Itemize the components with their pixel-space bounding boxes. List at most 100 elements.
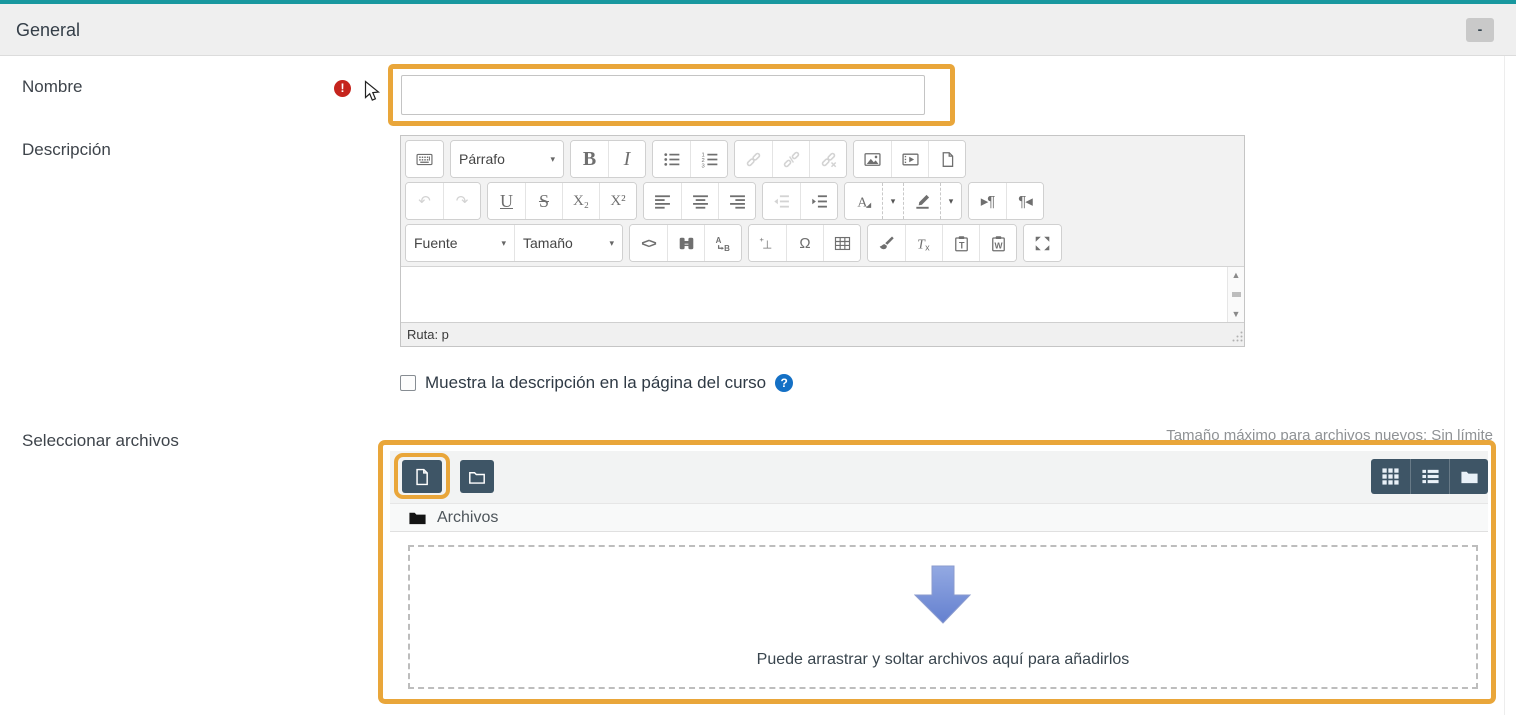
create-folder-button[interactable]	[460, 460, 494, 493]
toolbar-group: BI	[570, 140, 646, 178]
list-view-icon	[1421, 467, 1440, 486]
outdent-button[interactable]	[763, 183, 800, 219]
align-center-icon	[692, 193, 709, 210]
italic-button[interactable]: I	[608, 141, 645, 177]
align-left-button[interactable]	[644, 183, 681, 219]
scrollbar-thumb[interactable]	[1232, 292, 1241, 297]
align-right-button[interactable]	[718, 183, 755, 219]
unlink-button[interactable]	[772, 141, 809, 177]
collapse-section-button[interactable]: -	[1466, 18, 1494, 42]
manage-embedded-files-icon	[939, 151, 956, 168]
unordered-list-button[interactable]	[653, 141, 690, 177]
description-editor: Párrafo▾BI123↶↷USX₂X²A▾▾▸¶¶◂Fuente▾Tamañ…	[400, 135, 1245, 347]
fullscreen-button[interactable]	[1024, 225, 1061, 261]
strikethrough-button[interactable]: S	[525, 183, 562, 219]
toolbar-group: A▾▾	[844, 182, 962, 220]
insert-link-button[interactable]	[735, 141, 772, 177]
folder-icon	[408, 508, 427, 527]
display-mode-buttons	[1371, 459, 1488, 494]
help-icon[interactable]: ?	[775, 374, 793, 392]
remove-format-button[interactable]: Tx	[905, 225, 942, 261]
superscript-button[interactable]: X²	[599, 183, 636, 219]
manage-embedded-files-button[interactable]	[928, 141, 965, 177]
display-list-button[interactable]	[1410, 459, 1449, 494]
name-input[interactable]	[401, 75, 925, 115]
svg-text:T: T	[958, 240, 964, 250]
resize-grip-icon[interactable]	[1231, 330, 1243, 345]
svg-text:3: 3	[701, 163, 704, 168]
editor-scrollbar[interactable]: ▲ ▼	[1227, 267, 1244, 322]
breadcrumb-path-files[interactable]: Archivos	[390, 503, 1488, 532]
toolbar-toggle-button[interactable]	[406, 141, 443, 177]
background-color-icon	[914, 193, 931, 210]
subscript-button[interactable]: X₂	[562, 183, 599, 219]
show-description-row: Muestra la descripción en la página del …	[400, 373, 793, 393]
toolbar-group: USX₂X²	[487, 182, 637, 220]
toolbar-toggle-icon	[416, 151, 433, 168]
toolbar-group: ↶↷	[405, 182, 481, 220]
font-color-menu-button[interactable]: ▾	[882, 183, 903, 219]
display-tree-button[interactable]	[1449, 459, 1488, 494]
align-center-button[interactable]	[681, 183, 718, 219]
dropzone[interactable]: Puede arrastrar y soltar archivos aquí p…	[408, 545, 1478, 689]
background-color-button[interactable]	[903, 183, 940, 219]
dropzone-area: Puede arrastrar y soltar archivos aquí p…	[390, 532, 1488, 698]
insert-table-button[interactable]	[823, 225, 860, 261]
search-replace-icon: AB	[715, 235, 732, 252]
outdent-icon	[773, 193, 790, 210]
paste-as-text-button[interactable]: T	[942, 225, 979, 261]
paste-as-text-icon: T	[953, 235, 970, 252]
scroll-down-icon[interactable]: ▼	[1232, 309, 1241, 319]
right-to-left-button[interactable]: ¶◂	[1006, 183, 1043, 219]
toolbar-group: 123	[652, 140, 728, 178]
editor-text-area[interactable]: ▲ ▼	[401, 266, 1244, 322]
create-folder-icon	[468, 468, 486, 486]
left-to-right-button[interactable]: ▸¶	[969, 183, 1006, 219]
ordered-list-icon: 123	[701, 151, 718, 168]
add-file-button[interactable]	[402, 460, 442, 493]
search-icon	[678, 235, 695, 252]
add-file-icon	[413, 468, 431, 486]
toolbar-group	[734, 140, 847, 178]
font-family-select[interactable]: Fuente▾	[406, 225, 514, 261]
show-description-checkbox[interactable]	[400, 375, 416, 391]
indent-button[interactable]	[800, 183, 837, 219]
ordered-list-button[interactable]: 123	[690, 141, 727, 177]
search-button[interactable]	[667, 225, 704, 261]
search-replace-button[interactable]: AB	[704, 225, 741, 261]
required-icon: !	[334, 80, 351, 97]
paragraph-format-value: Párrafo	[459, 151, 505, 167]
source-code-button[interactable]: <>	[630, 225, 667, 261]
tree-view-icon	[1460, 467, 1479, 486]
paragraph-format-select[interactable]: Párrafo▾	[451, 141, 563, 177]
nonbreaking-space-icon: ⊥+	[759, 235, 776, 252]
cleanup-code-button[interactable]	[868, 225, 905, 261]
insert-media-button[interactable]	[891, 141, 928, 177]
cleanup-code-icon	[878, 235, 895, 252]
font-size-value: Tamaño	[523, 235, 573, 251]
svg-text:B: B	[724, 243, 730, 251]
description-field-label: Descripción	[22, 140, 111, 160]
path-label: Archivos	[437, 509, 498, 527]
paste-from-word-button[interactable]: W	[979, 225, 1016, 261]
editor-toolbar: Párrafo▾BI123↶↷USX₂X²A▾▾▸¶¶◂Fuente▾Tamañ…	[401, 136, 1244, 262]
display-icons-button[interactable]	[1371, 459, 1410, 494]
underline-button[interactable]: U	[488, 183, 525, 219]
bold-button[interactable]: B	[571, 141, 608, 177]
redo-button[interactable]: ↷	[443, 183, 480, 219]
nonbreaking-space-button[interactable]: ⊥+	[749, 225, 786, 261]
background-color-menu-button[interactable]: ▾	[940, 183, 961, 219]
scroll-up-icon[interactable]: ▲	[1232, 270, 1241, 280]
editor-statusbar: Ruta: p	[401, 322, 1244, 346]
insert-image-button[interactable]	[854, 141, 891, 177]
unordered-list-icon	[663, 151, 680, 168]
special-character-button[interactable]: Ω	[786, 225, 823, 261]
mouse-cursor	[364, 80, 381, 108]
font-color-button[interactable]: A	[845, 183, 882, 219]
prevent-autolink-button[interactable]	[809, 141, 846, 177]
undo-button[interactable]: ↶	[406, 183, 443, 219]
toolbar-group: Párrafo▾	[450, 140, 564, 178]
unlink-icon	[783, 151, 800, 168]
font-size-select[interactable]: Tamaño▾	[514, 225, 622, 261]
paste-from-word-icon: W	[990, 235, 1007, 252]
